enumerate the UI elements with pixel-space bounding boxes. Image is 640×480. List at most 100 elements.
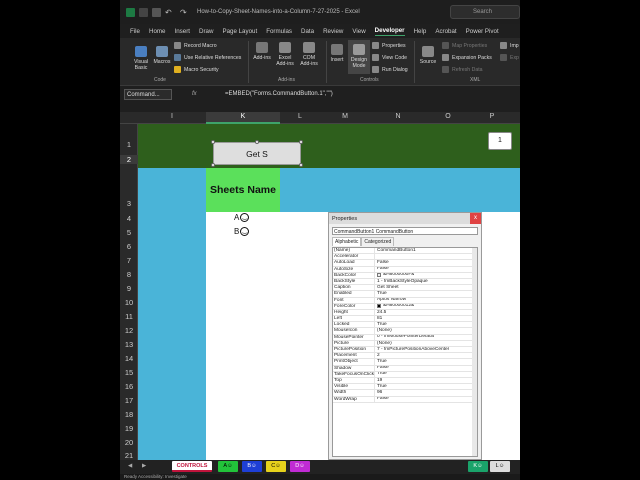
property-value[interactable]: False	[375, 260, 389, 265]
property-value[interactable]: True	[375, 372, 387, 377]
properties-button[interactable]: Properties	[372, 42, 406, 49]
column-header-o[interactable]: O	[426, 113, 470, 120]
tab-insert[interactable]: Insert	[175, 28, 190, 35]
resize-handle[interactable]	[211, 163, 215, 167]
row-header[interactable]: 3	[120, 199, 138, 208]
sheet-tab[interactable]: D☺	[290, 461, 310, 472]
property-value[interactable]: (None)	[375, 341, 392, 346]
tab-developer[interactable]: Developer	[374, 27, 405, 36]
property-row[interactable]: WordWrap False	[333, 396, 477, 403]
row-header[interactable]: 5	[120, 228, 138, 237]
tab-home[interactable]: Home	[149, 28, 166, 35]
property-list-scrollbar[interactable]	[472, 248, 477, 456]
row-header[interactable]: 20	[120, 438, 138, 447]
property-value[interactable]: 19	[375, 378, 382, 383]
row-header[interactable]: 10	[120, 298, 138, 307]
resize-handle[interactable]	[255, 140, 259, 144]
property-value[interactable]: 2	[375, 353, 380, 358]
xml-source-button[interactable]: Source	[418, 46, 438, 65]
properties-titlebar[interactable]: Properties x	[329, 213, 481, 224]
row-header[interactable]: 18	[120, 410, 138, 419]
row-header[interactable]: 17	[120, 396, 138, 405]
sheet-tab[interactable]: L☺	[490, 461, 510, 472]
property-value[interactable]: (None)	[375, 328, 392, 333]
record-macro-button[interactable]: Record Macro	[174, 42, 217, 49]
sheet-tab[interactable]: K☺	[468, 461, 488, 472]
insert-control-button[interactable]: Insert	[328, 44, 346, 63]
column-header-m[interactable]: M	[320, 113, 370, 120]
addins-button[interactable]: Add-ins	[252, 42, 272, 61]
sheet-name-cell[interactable]: B ‿	[234, 227, 250, 236]
refresh-data-button[interactable]: Refresh Data	[442, 66, 483, 73]
property-value[interactable]: &H8000000F&	[375, 273, 414, 278]
row-header[interactable]: 19	[120, 424, 138, 433]
property-value[interactable]: False	[375, 397, 389, 402]
property-value[interactable]: Aptos Narrow	[375, 298, 406, 303]
view-code-button[interactable]: View Code	[372, 54, 407, 61]
tab-draw[interactable]: Draw	[199, 28, 213, 35]
undo-icon[interactable]: ↶	[165, 8, 174, 17]
design-mode-button[interactable]: Design Mode	[348, 40, 370, 74]
property-value[interactable]: 1 - fmBackStyleOpaque	[375, 279, 428, 284]
save-icon[interactable]	[152, 7, 161, 17]
tab-data[interactable]: Data	[301, 28, 314, 35]
worksheet-grid[interactable]: Sheets Name 1 Get S A ‿ B ‿ Properties x C…	[138, 124, 520, 460]
resize-handle[interactable]	[211, 140, 215, 144]
tab-acrobat[interactable]: Acrobat	[435, 28, 456, 35]
property-value[interactable]: True	[375, 384, 387, 389]
tab-view[interactable]: View	[352, 28, 365, 35]
tab-page-layout[interactable]: Page Layout	[222, 28, 257, 35]
tab-alphabetic[interactable]: Alphabetic	[332, 237, 362, 246]
scroll-left-icon[interactable]: ◀	[128, 461, 132, 472]
sheets-name-header-cell[interactable]: Sheets Name	[206, 168, 280, 212]
tab-file[interactable]: File	[130, 28, 140, 35]
fx-icon[interactable]: fx	[192, 91, 197, 97]
column-header-n[interactable]: N	[370, 113, 426, 120]
row-header[interactable]: 13	[120, 340, 138, 349]
row-header[interactable]: 1	[120, 140, 138, 149]
property-value[interactable]: False	[375, 366, 389, 371]
column-header-p[interactable]: P	[470, 113, 514, 120]
property-value[interactable]: 96	[375, 390, 382, 395]
redo-icon[interactable]: ↷	[180, 8, 189, 17]
tab-categorized[interactable]: Categorized	[361, 237, 395, 246]
object-select[interactable]: CommandButton1 CommandButton	[332, 227, 478, 235]
row-header[interactable]: 15	[120, 368, 138, 377]
autosave-icon[interactable]	[139, 7, 148, 17]
com-addins-button[interactable]: COM Add-ins	[298, 42, 320, 67]
property-value[interactable]: 81	[375, 316, 382, 321]
run-dialog-button[interactable]: Run Dialog	[372, 66, 408, 73]
property-value[interactable]: 24.5	[375, 310, 386, 315]
resize-handle[interactable]	[299, 163, 303, 167]
close-icon[interactable]: x	[470, 213, 481, 224]
tab-help[interactable]: Help	[414, 28, 427, 35]
column-header-k[interactable]: K	[206, 112, 280, 124]
macro-security-button[interactable]: Macro Security	[174, 66, 219, 73]
row-header[interactable]: 9	[120, 284, 138, 293]
property-value[interactable]: 0 - fmMousePointerDefault	[375, 335, 434, 340]
name-box[interactable]: Command...	[124, 89, 172, 100]
resize-handle[interactable]	[299, 140, 303, 144]
property-value[interactable]: &H80000012&	[375, 304, 414, 309]
export-button[interactable]: Exp	[500, 54, 519, 61]
visual-basic-button[interactable]: Visual Basic	[130, 46, 152, 71]
sheet-tab[interactable]: B☺	[242, 461, 262, 472]
row-header[interactable]: 8	[120, 270, 138, 279]
row-header[interactable]: 21	[120, 451, 138, 460]
tab-power-pivot[interactable]: Power Pivot	[466, 28, 499, 35]
property-value[interactable]: CommandButton1	[375, 248, 416, 253]
row-header[interactable]: 12	[120, 326, 138, 335]
property-list[interactable]: (Name) CommandButton1 Accelerator AutoLoad F…	[332, 247, 478, 457]
property-value[interactable]: True	[375, 291, 387, 296]
column-header-i[interactable]: I	[138, 113, 206, 120]
property-value[interactable]: True	[375, 359, 387, 364]
property-value[interactable]: 7 - fmPicturePositionAboveCenter	[375, 347, 449, 352]
sheet-name-cell[interactable]: A ‿	[234, 213, 250, 222]
expansion-packs-button[interactable]: Expansion Packs	[442, 54, 492, 61]
property-value[interactable]: Get Sheet	[375, 285, 399, 290]
column-header-l[interactable]: L	[280, 113, 320, 120]
row-header[interactable]: 2	[120, 155, 138, 164]
tab-formulas[interactable]: Formulas	[266, 28, 292, 35]
row-header[interactable]: 7	[120, 256, 138, 265]
property-value[interactable]	[375, 254, 377, 259]
